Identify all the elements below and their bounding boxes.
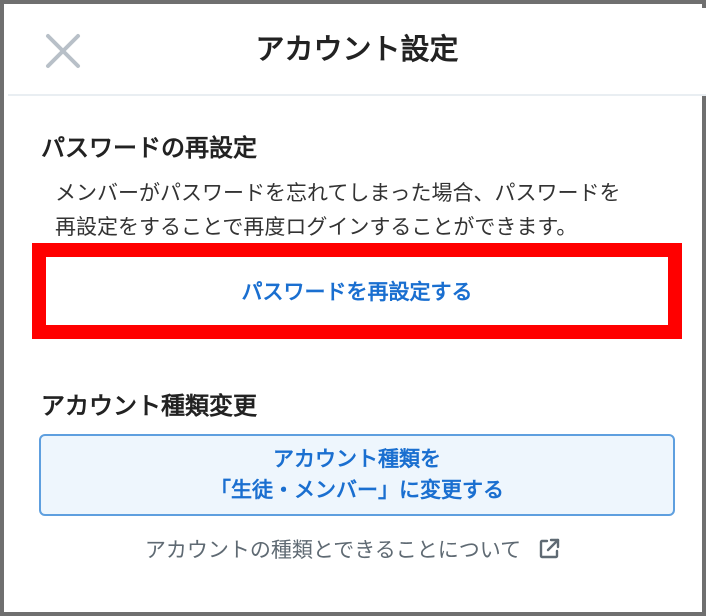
account-settings-panel: アカウント設定 パスワードの再設定 メンバーがパスワードを忘れてしまった場合、パ… — [0, 0, 706, 616]
change-account-type-label-line1: アカウント種類を — [273, 447, 441, 471]
account-type-section-title: アカウント種類変更 — [41, 392, 257, 420]
password-reset-description: メンバーがパスワードを忘れてしまった場合、パスワードを 再設定をすることで再度ロ… — [55, 176, 675, 244]
change-account-type-label-line2: 「生徒・メンバー」に変更する — [210, 478, 504, 502]
password-reset-description-line1: メンバーがパスワードを忘れてしまった場合、パスワードを — [55, 181, 621, 205]
change-account-type-button[interactable]: アカウント種類を 「生徒・メンバー」に変更する — [39, 434, 675, 516]
account-types-info-link-label: アカウントの種類とできることについて — [144, 538, 522, 562]
password-reset-description-line2: 再設定をすることで再度ログインすることができます。 — [55, 215, 578, 239]
password-reset-section-title: パスワードの再設定 — [41, 134, 257, 162]
reset-password-button[interactable]: パスワードを再設定する — [46, 257, 668, 325]
account-types-info-link[interactable]: アカウントの種類とできることについて — [4, 534, 702, 564]
panel-header: アカウント設定 — [8, 8, 706, 96]
external-link-icon — [537, 537, 561, 561]
page-title: アカウント設定 — [255, 32, 459, 66]
